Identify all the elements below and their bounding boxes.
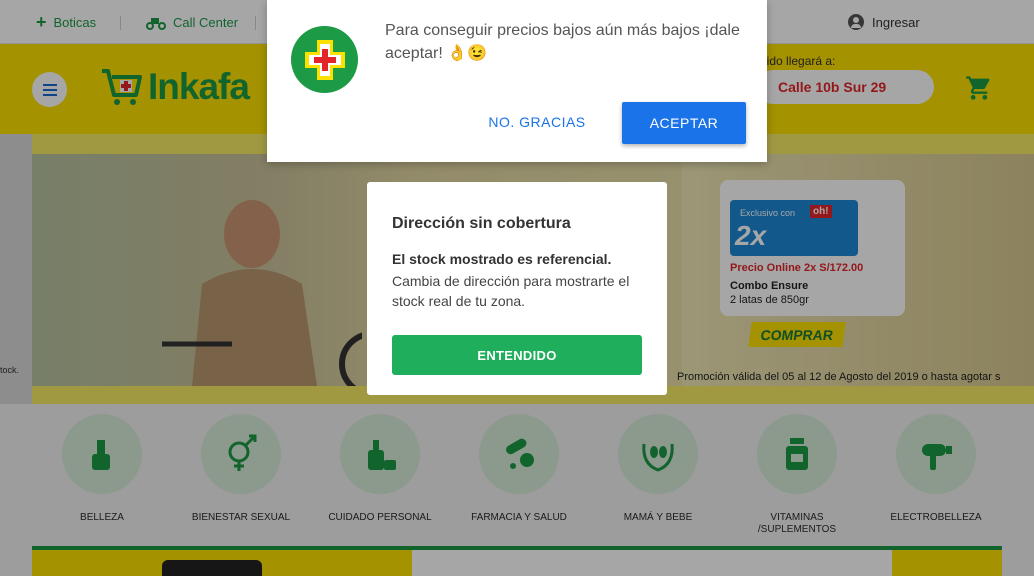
modal-bold-text: El stock mostrado es referencial. <box>392 251 612 267</box>
coverage-modal: Dirección sin cobertura El stock mostrad… <box>367 182 667 395</box>
understood-button[interactable]: ENTENDIDO <box>392 335 642 375</box>
decline-button[interactable]: NO. GRACIAS <box>477 102 597 142</box>
accept-button[interactable]: ACEPTAR <box>622 102 746 144</box>
modal-title: Dirección sin cobertura <box>392 215 571 232</box>
push-notification-prompt: Para conseguir precios bajos aún más baj… <box>267 0 767 162</box>
inkafarma-cross-icon <box>291 26 358 93</box>
modal-text: Cambia de dirección para mostrarte el st… <box>392 273 630 309</box>
push-message: Para conseguir precios bajos aún más baj… <box>385 22 740 62</box>
